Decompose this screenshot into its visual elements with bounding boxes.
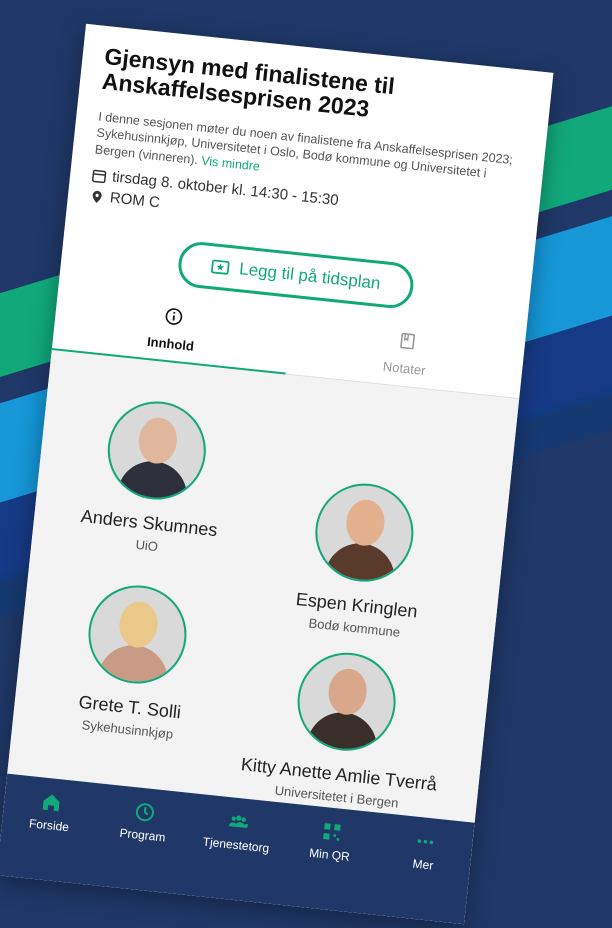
add-to-schedule-label: Legg til på tidsplan [238, 259, 382, 294]
nav-label: Mer [411, 856, 434, 873]
speaker-card[interactable]: Espen Kringlen Bodø kommune [249, 473, 474, 646]
clock-icon [135, 803, 154, 822]
calendar-icon [92, 169, 107, 183]
nav-item-forside[interactable]: Forside [4, 788, 98, 837]
vis-mindre-link[interactable]: Vis mindre [201, 154, 261, 174]
phone-screen: Gjensyn med finalistene til Anskaffelses… [0, 23, 554, 925]
session-room-text: ROM C [109, 189, 161, 212]
speaker-card[interactable]: Grete T. Solli Sykehusinnkjøp [22, 575, 247, 748]
nav-item-min-qr[interactable]: Min QR [284, 817, 378, 866]
nav-label: Tjenestetorg [202, 834, 270, 856]
speaker-card[interactable]: Kitty Anette Amlie Tverrå Universitetet … [231, 642, 456, 815]
avatar [102, 396, 211, 505]
qr-code-icon [323, 823, 341, 841]
nav-item-tjenestetorg[interactable]: Tjenestetorg [191, 807, 285, 856]
more-dots-icon [417, 839, 434, 845]
nav-item-mer[interactable]: Mer [377, 827, 471, 876]
speaker-card[interactable]: Anders Skumnes UiO [42, 391, 267, 564]
avatar [83, 580, 192, 689]
nav-label: Forside [28, 816, 70, 835]
nav-label: Min QR [308, 845, 351, 864]
notepad-icon [399, 333, 415, 350]
people-icon [228, 815, 249, 828]
ticket-star-icon [211, 259, 230, 275]
avatar [310, 479, 419, 587]
avatar [292, 648, 401, 756]
info-circle-icon [165, 308, 182, 326]
location-pin-icon [92, 190, 102, 203]
nav-label: Program [118, 825, 167, 845]
home-icon [42, 794, 60, 812]
session-detail: Gjensyn med finalistene til Anskaffelses… [60, 24, 554, 323]
nav-item-program[interactable]: Program [97, 798, 191, 847]
